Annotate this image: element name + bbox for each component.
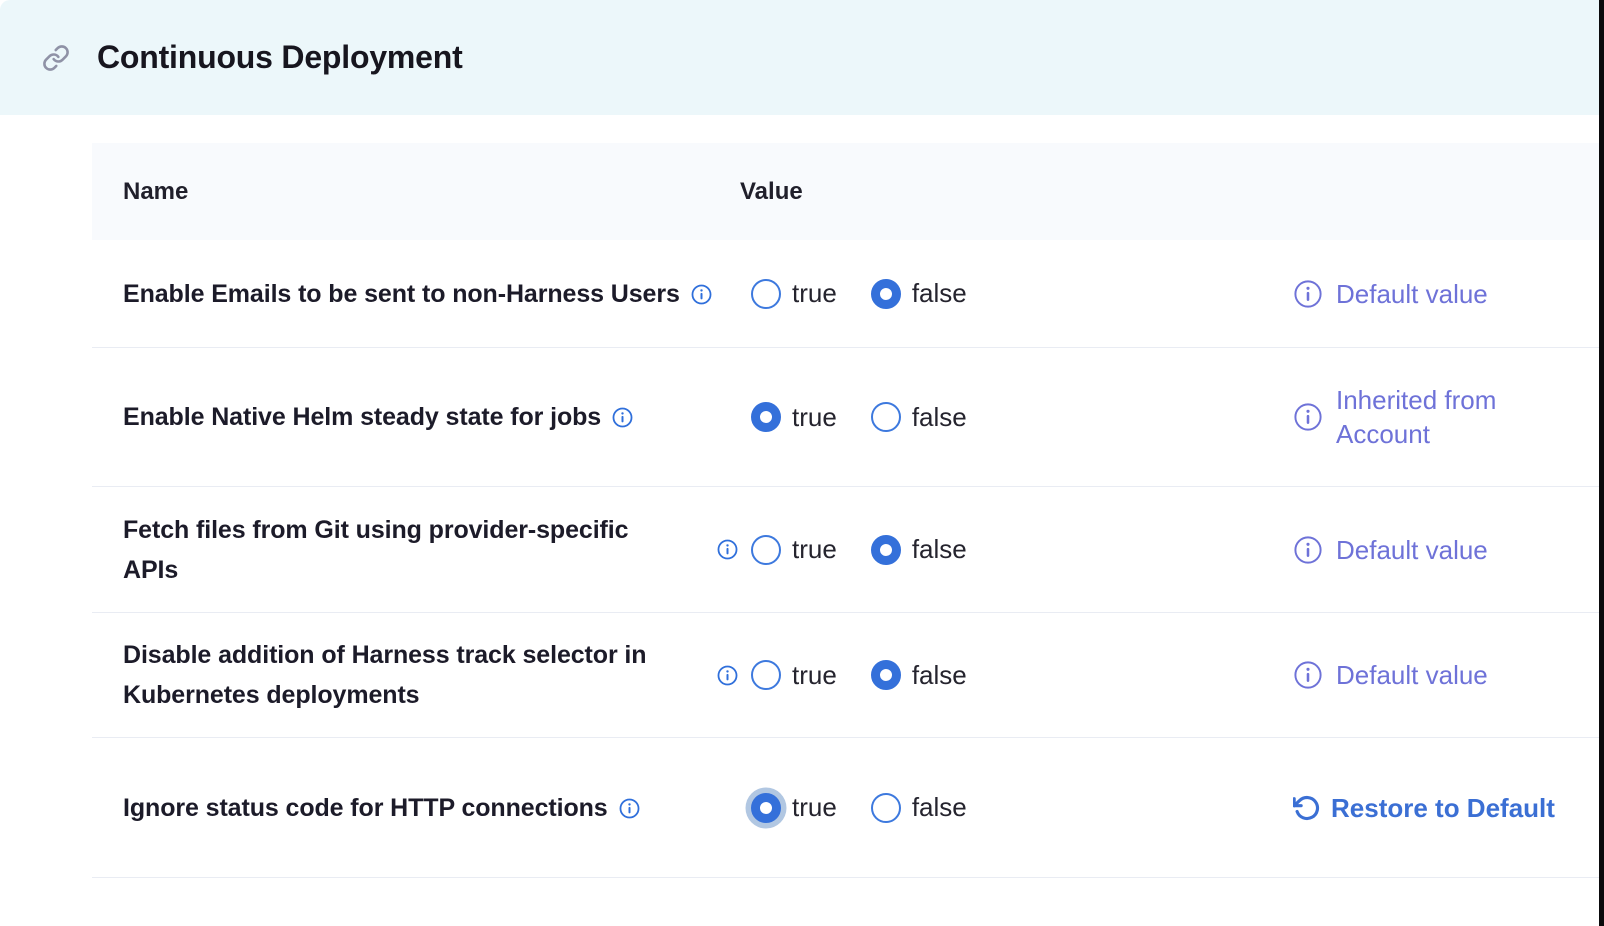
column-header-name: Name (123, 178, 717, 206)
radio-false[interactable] (871, 402, 901, 432)
radio-false-label[interactable]: false (912, 534, 967, 565)
radio-true-label[interactable]: true (792, 534, 837, 565)
radio-false-label[interactable]: false (912, 660, 967, 691)
setting-value: true false (717, 278, 1293, 309)
setting-name: Disable addition of Harness track select… (123, 641, 646, 709)
setting-value: true false (717, 660, 1293, 691)
table-row: Disable addition of Harness track select… (92, 613, 1604, 738)
radio-true[interactable] (751, 793, 781, 823)
radio-true[interactable] (751, 660, 781, 690)
info-icon[interactable] (1293, 402, 1323, 432)
settings-table: Name Value Enable Emails to be sent to n… (92, 143, 1604, 878)
radio-true-label[interactable]: true (792, 792, 837, 823)
settings-page: Continuous Deployment Name Value Enable … (0, 0, 1604, 926)
column-header-value: Value (717, 178, 1293, 206)
info-icon[interactable] (717, 539, 738, 560)
radio-false[interactable] (871, 535, 901, 565)
restore-icon[interactable] (1293, 794, 1321, 822)
setting-status: Inherited from Account (1293, 383, 1604, 451)
setting-status: Default value (1293, 533, 1604, 567)
setting-value: true false (717, 402, 1293, 433)
setting-name: Enable Native Helm steady state for jobs (123, 403, 601, 431)
info-icon[interactable] (612, 407, 633, 428)
radio-true-label[interactable]: true (792, 660, 837, 691)
setting-name: Enable Emails to be sent to non-Harness … (123, 280, 680, 308)
table-row: Enable Emails to be sent to non-Harness … (92, 240, 1604, 348)
setting-status: Default value (1293, 658, 1604, 692)
radio-true-label[interactable]: true (792, 278, 837, 309)
status-label: Default value (1336, 533, 1488, 567)
radio-false-label[interactable]: false (912, 402, 967, 433)
settings-rows: Enable Emails to be sent to non-Harness … (92, 240, 1604, 878)
radio-false[interactable] (871, 793, 901, 823)
info-icon[interactable] (717, 665, 738, 686)
table-row: Ignore status code for HTTP connections … (92, 738, 1604, 878)
status-label: Inherited from Account (1336, 383, 1551, 451)
radio-true[interactable] (751, 279, 781, 309)
radio-true[interactable] (751, 535, 781, 565)
right-edge-divider (1599, 0, 1604, 926)
section-header: Continuous Deployment (0, 0, 1604, 115)
radio-true-label[interactable]: true (792, 402, 837, 433)
info-icon[interactable] (691, 284, 712, 305)
info-icon[interactable] (1293, 535, 1323, 565)
info-icon[interactable] (1293, 279, 1323, 309)
radio-false-label[interactable]: false (912, 278, 967, 309)
setting-value: true false (717, 792, 1293, 823)
status-label: Restore to Default (1331, 791, 1555, 825)
page-title: Continuous Deployment (97, 39, 463, 76)
radio-false[interactable] (871, 279, 901, 309)
setting-value: true false (717, 534, 1293, 565)
radio-false[interactable] (871, 660, 901, 690)
setting-status: Default value (1293, 277, 1604, 311)
radio-true[interactable] (751, 402, 781, 432)
status-label: Default value (1336, 277, 1488, 311)
restore-to-default-button[interactable]: Restore to Default (1293, 791, 1604, 825)
table-header-row: Name Value (92, 143, 1604, 240)
table-row: Enable Native Helm steady state for jobs… (92, 348, 1604, 487)
status-label: Default value (1336, 658, 1488, 692)
setting-name: Ignore status code for HTTP connections (123, 794, 608, 822)
info-icon[interactable] (619, 798, 640, 819)
setting-name: Fetch files from Git using provider-spec… (123, 516, 628, 584)
radio-false-label[interactable]: false (912, 792, 967, 823)
table-row: Fetch files from Git using provider-spec… (92, 487, 1604, 613)
link-icon[interactable] (42, 44, 70, 72)
info-icon[interactable] (1293, 660, 1323, 690)
